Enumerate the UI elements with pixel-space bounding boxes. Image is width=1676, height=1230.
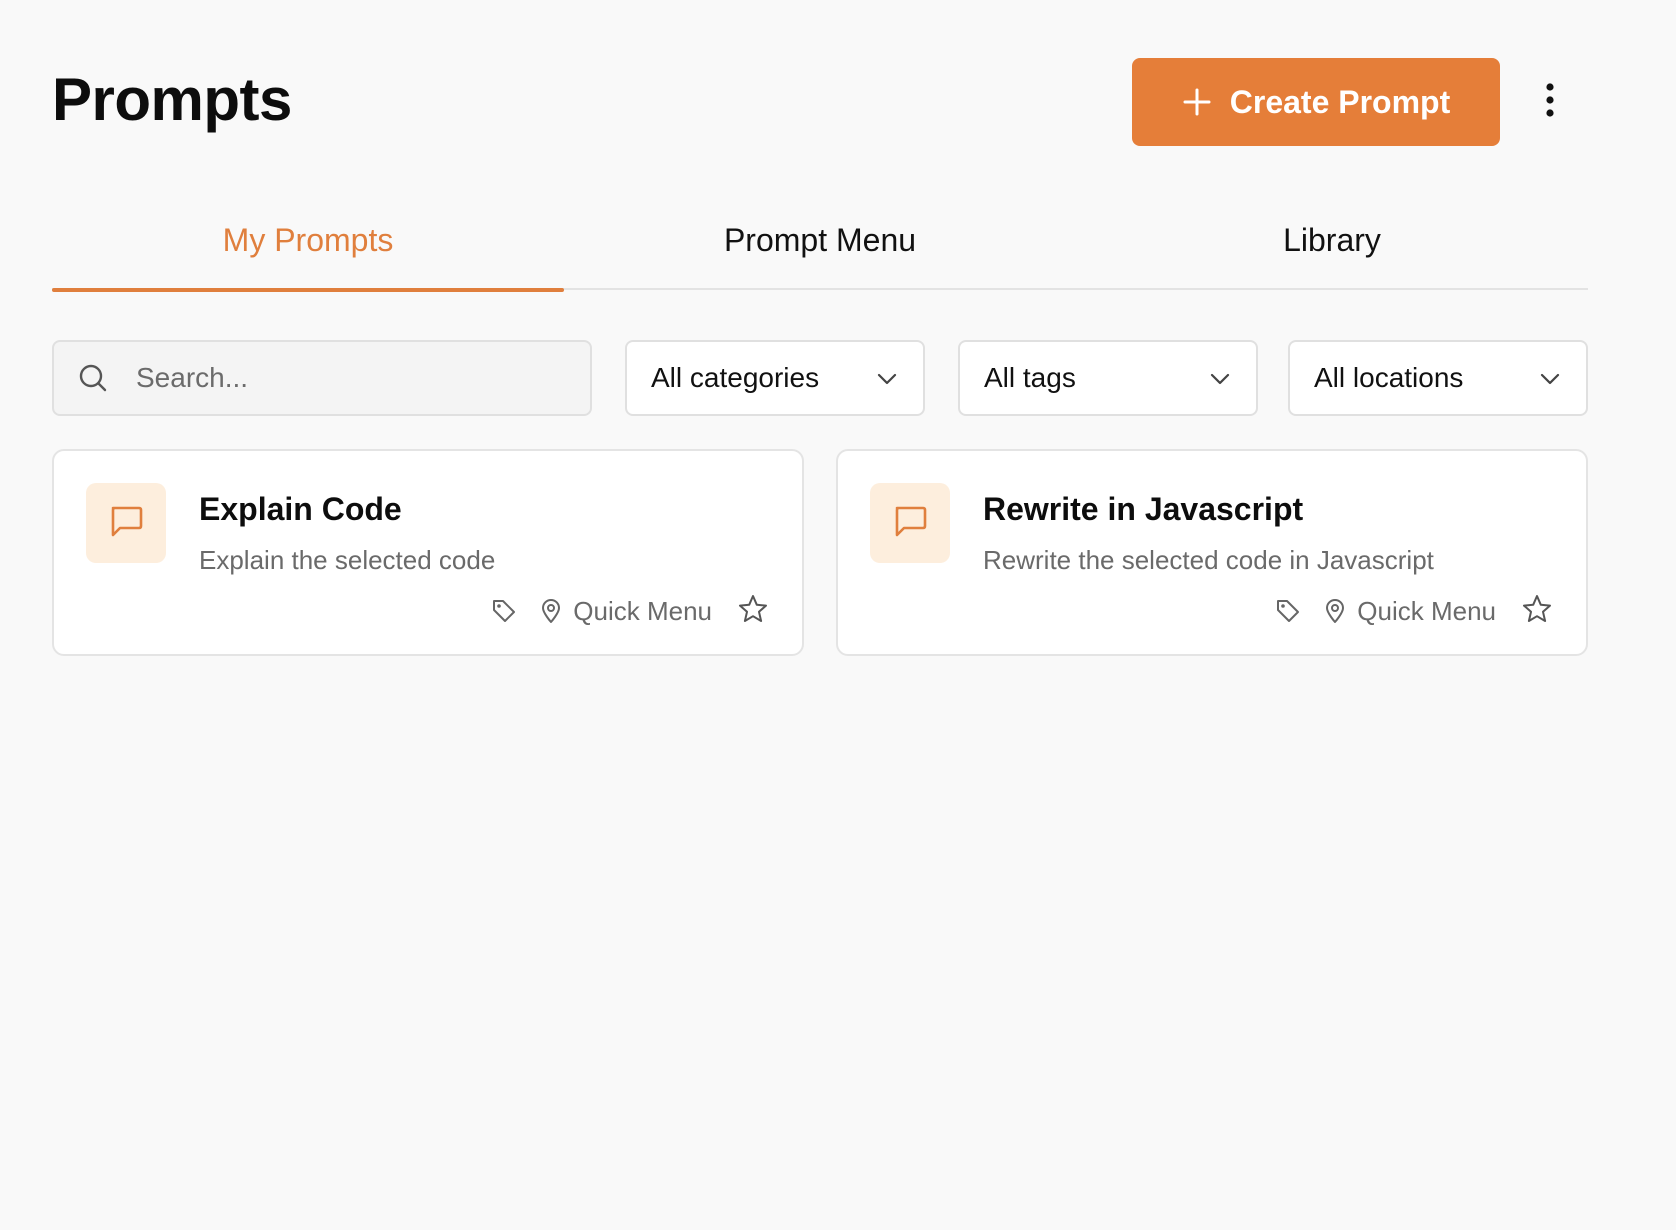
- tab-label: My Prompts: [222, 222, 394, 258]
- category-select-value: All categories: [651, 362, 820, 393]
- prompt-card-footer: Quick Menu: [1275, 593, 1554, 629]
- tags-select[interactable]: All tags: [958, 340, 1258, 416]
- tab-bar: My Prompts Prompt Menu Library: [52, 200, 1588, 292]
- tags-select-value: All tags: [984, 362, 1076, 393]
- star-icon: [1521, 593, 1553, 630]
- filter-bar: All categories All tags All locations: [52, 340, 1588, 416]
- prompt-description: Rewrite the selected code in Javascript: [983, 545, 1434, 575]
- tag-icon[interactable]: [491, 598, 517, 624]
- category-select[interactable]: All categories: [625, 340, 925, 416]
- vertical-ellipsis-icon: [1545, 82, 1555, 122]
- tab-label: Library: [1283, 222, 1381, 258]
- favorite-button[interactable]: [736, 594, 770, 628]
- favorite-button[interactable]: [1520, 594, 1554, 628]
- prompt-card-footer: Quick Menu: [491, 593, 770, 629]
- prompt-title: Rewrite in Javascript: [983, 491, 1304, 527]
- search-icon: [78, 363, 108, 393]
- tag-icon[interactable]: [1275, 598, 1301, 624]
- chevron-down-icon: [1208, 366, 1232, 390]
- more-options-button[interactable]: [1532, 80, 1568, 124]
- chat-bubble-icon: [890, 501, 930, 546]
- locations-select-value: All locations: [1314, 362, 1464, 393]
- prompt-card[interactable]: Explain Code Explain the selected code Q…: [52, 449, 804, 656]
- tab-my-prompts[interactable]: My Prompts: [52, 200, 564, 292]
- prompt-location: Quick Menu: [1357, 595, 1496, 626]
- map-pin-icon: [539, 598, 563, 624]
- chevron-down-icon: [875, 366, 899, 390]
- prompt-location: Quick Menu: [573, 595, 712, 626]
- plus-icon: [1182, 87, 1212, 117]
- prompt-card[interactable]: Rewrite in Javascript Rewrite the select…: [836, 449, 1588, 656]
- chat-bubble-icon: [106, 501, 146, 546]
- tab-label: Prompt Menu: [723, 222, 917, 258]
- star-icon: [737, 593, 769, 630]
- create-prompt-button[interactable]: Create Prompt: [1132, 58, 1500, 146]
- prompt-description: Explain the selected code: [199, 545, 496, 575]
- chevron-down-icon: [1538, 366, 1562, 390]
- page-header: Prompts Create Prompt: [52, 58, 1588, 146]
- create-prompt-label: Create Prompt: [1229, 83, 1451, 120]
- search-field: [52, 340, 592, 416]
- prompt-icon-tile: [86, 483, 166, 563]
- page-title: Prompts: [52, 66, 292, 133]
- prompt-icon-tile: [870, 483, 950, 563]
- locations-select[interactable]: All locations: [1288, 340, 1588, 416]
- prompt-title: Explain Code: [199, 491, 402, 527]
- map-pin-icon: [1323, 598, 1347, 624]
- tab-prompt-menu[interactable]: Prompt Menu: [564, 200, 1076, 290]
- search-input[interactable]: [134, 361, 558, 395]
- tab-library[interactable]: Library: [1076, 200, 1588, 290]
